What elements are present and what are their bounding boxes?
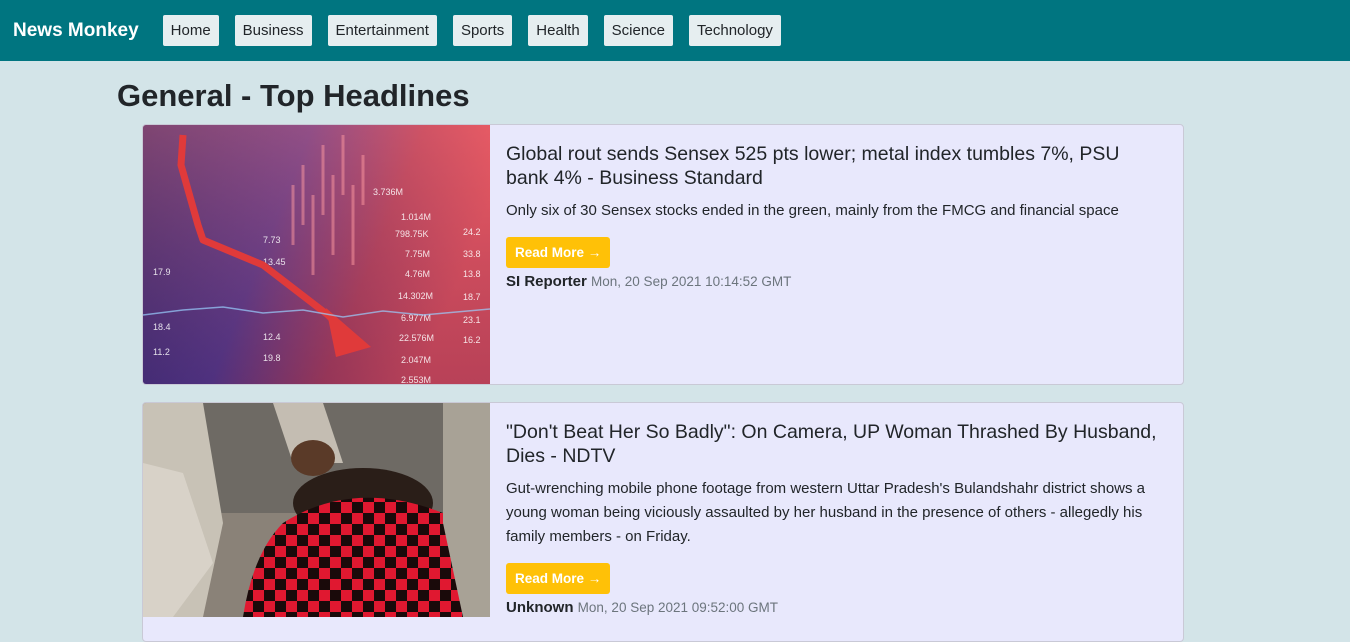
nav-entertainment[interactable]: Entertainment	[327, 15, 437, 46]
article-date: Mon, 20 Sep 2021 09:52:00 GMT	[577, 600, 779, 615]
article-title: "Don't Beat Her So Badly": On Camera, UP…	[506, 421, 1157, 467]
article-meta: SI Reporter Mon, 20 Sep 2021 10:14:52 GM…	[506, 273, 1167, 290]
svg-text:7.75M: 7.75M	[405, 249, 430, 259]
page-title: General - Top Headlines	[117, 78, 470, 113]
news-photo-image	[143, 403, 490, 641]
svg-text:4.76M: 4.76M	[405, 269, 430, 279]
read-more-button[interactable]: Read More →	[506, 563, 611, 594]
news-card: "Don't Beat Her So Badly": On Camera, UP…	[142, 402, 1184, 642]
nav-science[interactable]: Science	[603, 15, 674, 46]
svg-text:11.2: 11.2	[153, 347, 170, 357]
nav-home[interactable]: Home	[162, 15, 219, 46]
nav-technology[interactable]: Technology	[689, 15, 781, 46]
svg-text:17.9: 17.9	[153, 267, 171, 277]
stock-market-chart-image: 3.736M 1.014M 798.75K 7.75M 4.76M 14.302M 6…	[143, 125, 490, 384]
svg-text:24.2: 24.2	[463, 227, 481, 237]
card-body: Global rout sends Sensex 525 pts lower; …	[490, 125, 1183, 384]
svg-text:2.553M: 2.553M	[401, 375, 431, 384]
svg-text:33.8: 33.8	[463, 249, 481, 259]
article-author: SI Reporter	[506, 273, 587, 290]
svg-text:14.302M: 14.302M	[398, 291, 433, 301]
navbar: News Monkey Home Business Entertainment …	[0, 0, 1350, 61]
card-body: "Don't Beat Her So Badly": On Camera, UP…	[490, 403, 1183, 641]
svg-text:16.2: 16.2	[463, 335, 481, 345]
read-more-button[interactable]: Read More →	[506, 237, 611, 268]
nav-business[interactable]: Business	[234, 15, 312, 46]
svg-text:2.047M: 2.047M	[401, 355, 431, 365]
svg-text:1.014M: 1.014M	[401, 212, 431, 222]
svg-text:798.75K: 798.75K	[395, 229, 429, 239]
svg-text:7.73: 7.73	[263, 235, 281, 245]
article-author: Unknown	[506, 599, 574, 616]
article-date: Mon, 20 Sep 2021 10:14:52 GMT	[591, 274, 792, 289]
svg-text:13.8: 13.8	[463, 269, 481, 279]
svg-text:3.736M: 3.736M	[373, 187, 403, 197]
svg-text:22.576M: 22.576M	[399, 333, 434, 343]
article-meta: Unknown Mon, 20 Sep 2021 09:52:00 GMT	[506, 599, 1167, 616]
svg-text:19.8: 19.8	[263, 353, 281, 363]
nav-health[interactable]: Health	[528, 15, 588, 46]
svg-text:18.4: 18.4	[153, 322, 171, 332]
article-description: Gut-wrenching mobile phone footage from …	[506, 480, 1146, 545]
svg-text:12.4: 12.4	[263, 332, 281, 342]
svg-text:23.1: 23.1	[463, 315, 481, 325]
article-title: Global rout sends Sensex 525 pts lower; …	[506, 143, 1120, 189]
brand-logo[interactable]: News Monkey	[13, 20, 139, 42]
svg-text:18.7: 18.7	[463, 292, 481, 302]
nav-sports[interactable]: Sports	[452, 15, 513, 46]
news-card: 3.736M 1.014M 798.75K 7.75M 4.76M 14.302M 6…	[142, 124, 1184, 385]
article-description: Only six of 30 Sensex stocks ended in th…	[506, 202, 1119, 219]
